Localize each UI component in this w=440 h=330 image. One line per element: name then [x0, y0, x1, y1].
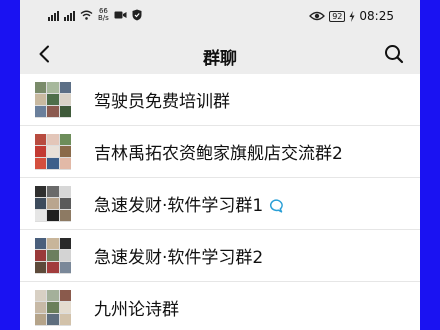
status-bar-left: 66 B/s: [48, 8, 142, 22]
avatar-tile: [35, 145, 47, 158]
avatar-tile: [59, 145, 71, 158]
avatar-tile: [47, 158, 59, 170]
avatar-tile: [47, 197, 59, 210]
avatar-tile: [59, 158, 71, 170]
network-speed: 66 B/s: [98, 8, 109, 22]
group-list: 驾驶员免费培训群 吉林禹拓农资鲍家旗舰店交流群2 急速发财·软件学习群1 急速发…: [20, 74, 420, 330]
avatar-tile: [59, 262, 71, 274]
group-item[interactable]: 急速发财·软件学习群2: [20, 230, 420, 282]
avatar-tile: [35, 289, 47, 301]
group-avatar: [35, 133, 71, 170]
network-speed-unit: B/s: [98, 14, 109, 22]
avatar-tile: [59, 81, 71, 93]
avatar-tile: [59, 210, 71, 222]
group-name-text: 驾驶员免费培训群: [94, 92, 230, 112]
avatar-tile: [47, 262, 59, 274]
avatar-tile: [59, 197, 71, 210]
status-bar-right: 92 08:25: [309, 9, 394, 23]
status-bar: 66 B/s 92 08:25: [20, 0, 420, 34]
group-name-text: 急速发财·软件学习群1: [94, 196, 264, 216]
phone-screen: 66 B/s 92 08:25 群聊 驾驶员免费培训群 吉林禹拓农资鲍家旗舰店交…: [20, 0, 420, 330]
avatar-tile: [35, 210, 47, 222]
wifi-icon: [80, 10, 93, 20]
avatar-tile: [47, 106, 59, 118]
avatar-tile: [59, 249, 71, 262]
group-avatar: [35, 289, 71, 326]
avatar-tile: [47, 185, 59, 197]
group-name: 急速发财·软件学习群1: [94, 191, 283, 216]
avatar-tile: [47, 93, 59, 106]
shield-icon: [132, 9, 142, 21]
avatar-tile: [47, 145, 59, 158]
avatar-tile: [47, 289, 59, 301]
avatar-tile: [59, 106, 71, 118]
group-name: 急速发财·软件学习群2: [94, 243, 263, 268]
group-avatar: [35, 185, 71, 222]
avatar-tile: [59, 237, 71, 249]
avatar-tile: [35, 158, 47, 170]
avatar-tile: [47, 301, 59, 314]
avatar-tile: [35, 81, 47, 93]
avatar-tile: [47, 237, 59, 249]
group-name: 驾驶员免费培训群: [94, 87, 230, 112]
group-name: 吉林禹拓农资鲍家旗舰店交流群2: [94, 139, 343, 164]
avatar-tile: [35, 314, 47, 326]
avatar-tile: [47, 210, 59, 222]
group-name: 九州论诗群: [94, 295, 179, 320]
group-item[interactable]: 吉林禹拓农资鲍家旗舰店交流群2: [20, 126, 420, 178]
avatar-tile: [35, 249, 47, 262]
page-title: 群聊: [203, 49, 237, 69]
clock: 08:25: [359, 9, 394, 23]
group-avatar: [35, 237, 71, 274]
search-icon: [385, 45, 404, 64]
avatar-tile: [35, 106, 47, 118]
nav-bar: 群聊: [20, 34, 420, 74]
avatar-tile: [59, 93, 71, 106]
group-item[interactable]: 急速发财·软件学习群1: [20, 178, 420, 230]
avatar-tile: [35, 93, 47, 106]
avatar-tile: [47, 133, 59, 145]
avatar-tile: [35, 262, 47, 274]
charging-icon: [349, 10, 355, 22]
avatar-tile: [59, 314, 71, 326]
avatar-tile: [59, 289, 71, 301]
avatar-tile: [35, 301, 47, 314]
group-name-text: 九州论诗群: [94, 300, 179, 320]
video-icon: [114, 11, 127, 19]
battery-level: 92: [329, 10, 346, 22]
search-button[interactable]: [380, 40, 408, 68]
avatar-tile: [47, 314, 59, 326]
avatar-tile: [35, 133, 47, 145]
signal-icon: [48, 9, 59, 21]
signal-icon-2: [64, 9, 75, 21]
group-name-text: 吉林禹拓农资鲍家旗舰店交流群2: [94, 144, 343, 164]
group-item[interactable]: 九州论诗群: [20, 282, 420, 330]
avatar-tile: [59, 301, 71, 314]
avatar-tile: [35, 185, 47, 197]
group-item[interactable]: 驾驶员免费培训群: [20, 74, 420, 126]
avatar-tile: [59, 185, 71, 197]
avatar-tile: [47, 249, 59, 262]
avatar-tile: [35, 197, 47, 210]
avatar-tile: [47, 81, 59, 93]
avatar-tile: [59, 133, 71, 145]
avatar-tile: [35, 237, 47, 249]
group-avatar: [35, 81, 71, 118]
group-name-text: 急速发财·软件学习群2: [94, 248, 264, 268]
eye-icon: [309, 11, 326, 21]
chat-bubble-icon: [270, 199, 283, 213]
